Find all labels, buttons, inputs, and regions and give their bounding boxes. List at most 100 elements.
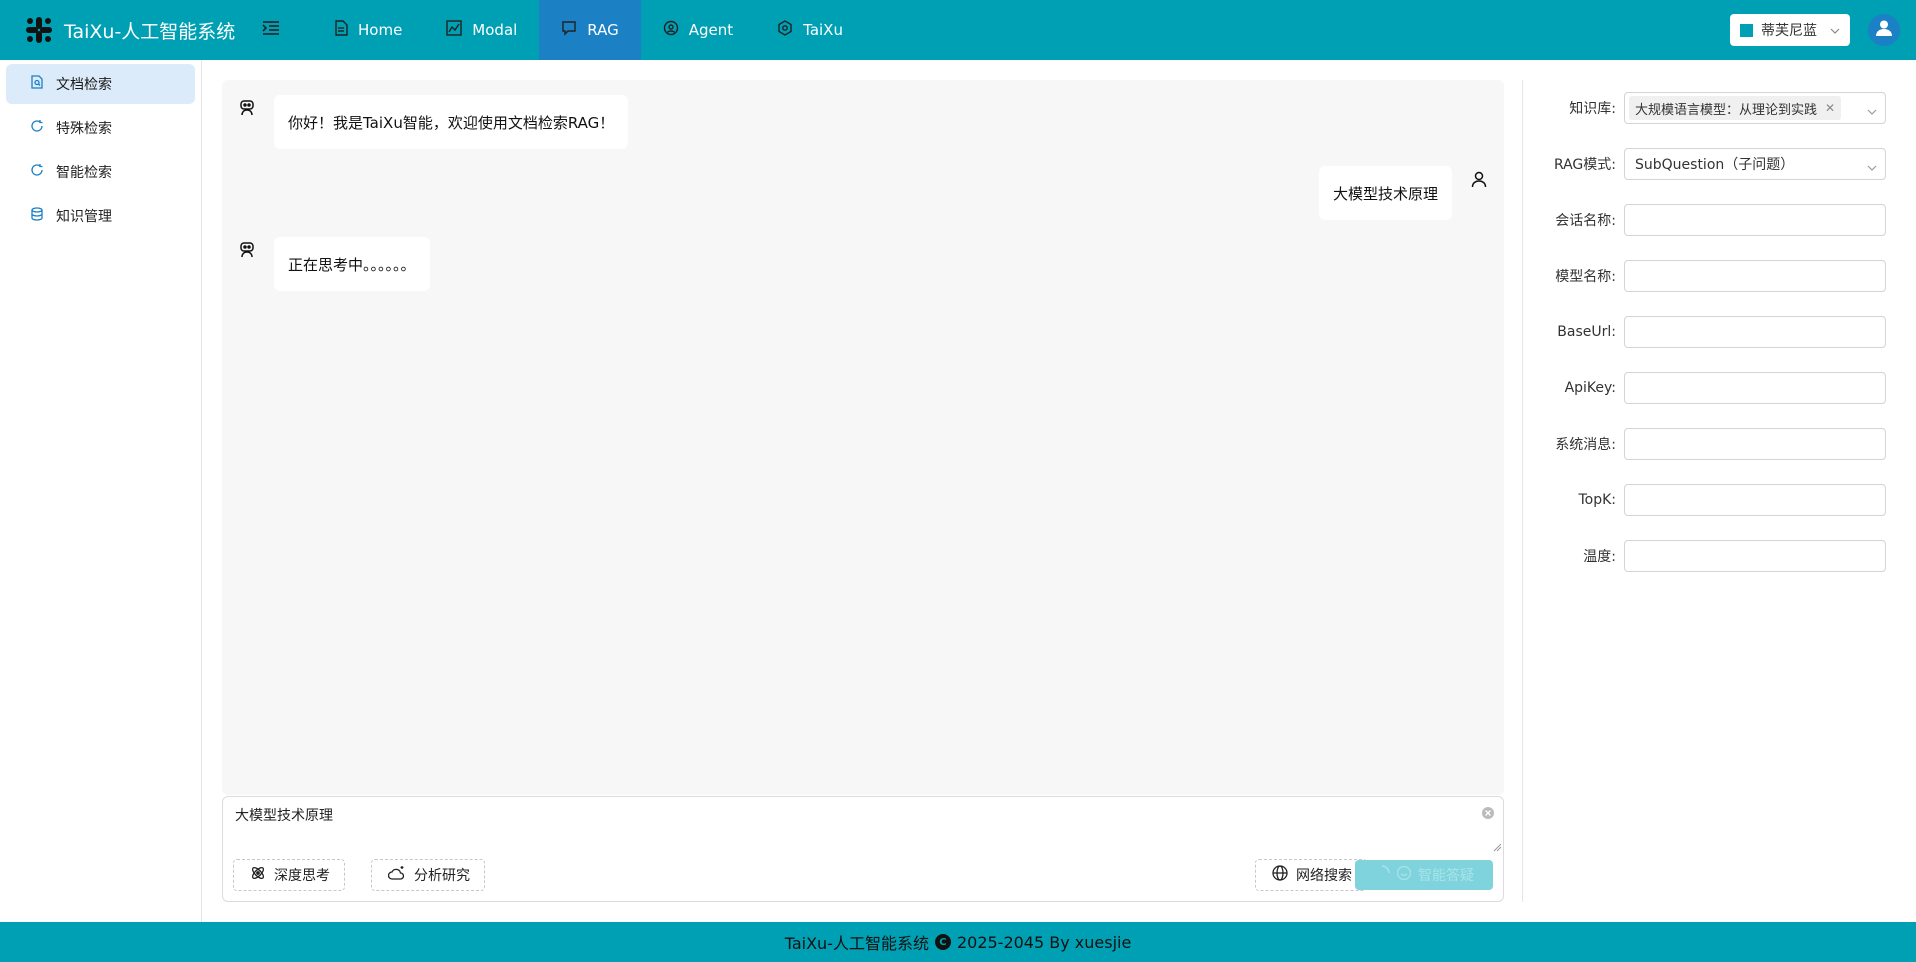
top-k-row: TopK: bbox=[1540, 484, 1895, 516]
bot-message-bubble: 正在思考中。。。。。。 bbox=[274, 237, 430, 291]
user-icon bbox=[1468, 168, 1490, 190]
base-url-label: BaseUrl: bbox=[1557, 324, 1616, 340]
app-logo[interactable]: TaiXu-人工智能系统 bbox=[24, 15, 248, 45]
nav-label: Agent bbox=[688, 21, 734, 39]
user-icon bbox=[1875, 19, 1893, 41]
chat-input[interactable]: 大模型技术原理 bbox=[235, 805, 333, 825]
theme-select[interactable]: 蒂芙尼蓝 bbox=[1730, 14, 1850, 46]
nav-modal[interactable]: Modal bbox=[424, 0, 539, 60]
api-key-input[interactable] bbox=[1624, 372, 1886, 404]
system-message-row: 系统消息: bbox=[1540, 428, 1895, 460]
top-k-label: TopK: bbox=[1578, 492, 1616, 508]
api-key-label: ApiKey: bbox=[1564, 380, 1616, 396]
rag-mode-row: RAG模式: SubQuestion（子问题） bbox=[1540, 148, 1895, 180]
session-name-label: 会话名称: bbox=[1555, 213, 1616, 229]
sidebar-item-label: 智能检索 bbox=[56, 165, 112, 181]
session-name-row: 会话名称: bbox=[1540, 204, 1895, 236]
nav-home[interactable]: Home bbox=[312, 0, 424, 60]
nav-label: RAG bbox=[587, 21, 619, 39]
app-title: TaiXu-人工智能系统 bbox=[64, 20, 236, 43]
chart-icon bbox=[446, 20, 472, 40]
agent-icon bbox=[663, 20, 689, 40]
close-icon[interactable]: ✕ bbox=[1825, 101, 1835, 115]
sidebar-item-document-search[interactable]: 文档检索 bbox=[6, 64, 195, 104]
sidebar-item-label: 文档检索 bbox=[56, 77, 112, 93]
base-url-input[interactable] bbox=[1624, 316, 1886, 348]
document-search-icon bbox=[30, 75, 56, 93]
deep-think-label: 深度思考 bbox=[274, 868, 330, 884]
sidebar-item-special-search[interactable]: 特殊检索 bbox=[6, 108, 195, 148]
smart-qa-send-button[interactable]: 智能答疑 bbox=[1355, 860, 1493, 890]
temperature-row: 温度: bbox=[1540, 540, 1895, 572]
chat-message-panel[interactable]: 你好！我是TaiXu智能，欢迎使用文档检索RAG！ 大模型技术原理 正在思考中。… bbox=[222, 80, 1504, 795]
analysis-research-label: 分析研究 bbox=[414, 868, 470, 884]
model-name-label: 模型名称: bbox=[1555, 269, 1616, 285]
temperature-label: 温度: bbox=[1583, 549, 1616, 565]
top-header: TaiXu-人工智能系统 Home Modal RAG Agent TaiXu … bbox=[0, 0, 1916, 60]
sidebar-item-label: 特殊检索 bbox=[56, 121, 112, 137]
api-key-row: ApiKey: bbox=[1540, 372, 1895, 404]
temperature-input[interactable] bbox=[1624, 540, 1886, 572]
refresh-search-icon bbox=[30, 119, 56, 137]
base-url-row: BaseUrl: bbox=[1540, 316, 1895, 348]
theme-color-swatch bbox=[1740, 23, 1753, 37]
loading-spinner-icon bbox=[1374, 865, 1396, 885]
chat-icon bbox=[561, 20, 587, 40]
nav-rag[interactable]: RAG bbox=[539, 0, 641, 60]
settings-divider bbox=[1522, 80, 1523, 902]
robot-icon bbox=[236, 238, 258, 260]
database-icon bbox=[30, 207, 56, 225]
model-name-row: 模型名称: bbox=[1540, 260, 1895, 292]
nav-agent[interactable]: Agent bbox=[641, 0, 755, 60]
user-message-bubble: 大模型技术原理 bbox=[1318, 166, 1452, 220]
document-icon bbox=[334, 20, 358, 40]
rag-mode-select[interactable]: SubQuestion（子问题） bbox=[1624, 148, 1886, 180]
footer-app-name: TaiXu-人工智能系统 bbox=[784, 934, 929, 953]
indent-icon bbox=[262, 20, 280, 40]
knowledge-base-select[interactable]: 大规模语言模型：从理论到实践 ✕ bbox=[1624, 92, 1886, 124]
web-search-label: 网络搜索 bbox=[1296, 868, 1352, 884]
knowledge-base-tag: 大规模语言模型：从理论到实践 ✕ bbox=[1629, 96, 1842, 120]
page-footer: TaiXu-人工智能系统 C 2025-2045 By xuesjie bbox=[0, 922, 1916, 962]
send-label: 智能答疑 bbox=[1418, 868, 1474, 884]
sidebar-item-knowledge-management[interactable]: 知识管理 bbox=[6, 196, 195, 236]
menu-fold-button[interactable] bbox=[254, 13, 288, 47]
nav-label: Modal bbox=[472, 21, 518, 39]
theme-label: 蒂芙尼蓝 bbox=[1761, 23, 1817, 39]
knowledge-base-row: 知识库: 大规模语言模型：从理论到实践 ✕ bbox=[1540, 92, 1895, 124]
nav-taixu[interactable]: TaiXu bbox=[755, 0, 865, 60]
nav-label: TaiXu bbox=[803, 21, 843, 39]
user-avatar[interactable] bbox=[1868, 14, 1900, 46]
clear-input-icon[interactable] bbox=[1481, 805, 1495, 819]
rag-mode-value: SubQuestion（子问题） bbox=[1635, 157, 1795, 173]
globe-icon bbox=[1272, 865, 1296, 885]
rag-mode-label: RAG模式: bbox=[1553, 157, 1616, 173]
wechat-bubble-icon bbox=[1396, 865, 1418, 885]
sidebar-item-smart-search[interactable]: 智能检索 bbox=[6, 152, 195, 192]
analysis-research-button[interactable]: 分析研究 bbox=[371, 859, 485, 891]
top-nav: Home Modal RAG Agent TaiXu bbox=[312, 0, 865, 60]
sidebar-item-label: 知识管理 bbox=[56, 209, 112, 225]
sidebar: 文档检索 特殊检索 智能检索 知识管理 bbox=[0, 60, 202, 922]
refresh-search-icon bbox=[30, 163, 56, 181]
deep-think-button[interactable]: 深度思考 bbox=[233, 859, 345, 891]
system-message-label: 系统消息: bbox=[1555, 437, 1616, 453]
copyright-icon: C bbox=[934, 934, 951, 950]
footer-copyright: 2025-2045 By xuesjie bbox=[956, 932, 1132, 952]
chat-input-box: 大模型技术原理 深度思考 分析研究 网络搜索 智能答疑 bbox=[222, 796, 1504, 902]
model-name-input[interactable] bbox=[1624, 260, 1886, 292]
chevron-down-icon bbox=[1830, 22, 1840, 38]
sparkle-cloud-icon bbox=[387, 865, 414, 885]
resize-grip-icon[interactable] bbox=[1492, 837, 1502, 852]
slack-like-logo-icon bbox=[24, 15, 54, 45]
knowledge-base-tag-text: 大规模语言模型：从理论到实践 bbox=[1635, 102, 1818, 118]
chevron-down-icon bbox=[1867, 159, 1877, 175]
session-name-input[interactable] bbox=[1624, 204, 1886, 236]
knowledge-base-label: 知识库: bbox=[1569, 101, 1616, 117]
system-message-input[interactable] bbox=[1624, 428, 1886, 460]
bot-message-bubble: 你好！我是TaiXu智能，欢迎使用文档检索RAG！ bbox=[274, 95, 629, 149]
top-k-input[interactable] bbox=[1624, 484, 1886, 516]
robot-icon bbox=[236, 96, 258, 118]
hexagon-icon bbox=[777, 20, 803, 40]
web-search-button[interactable]: 网络搜索 bbox=[1255, 859, 1367, 891]
